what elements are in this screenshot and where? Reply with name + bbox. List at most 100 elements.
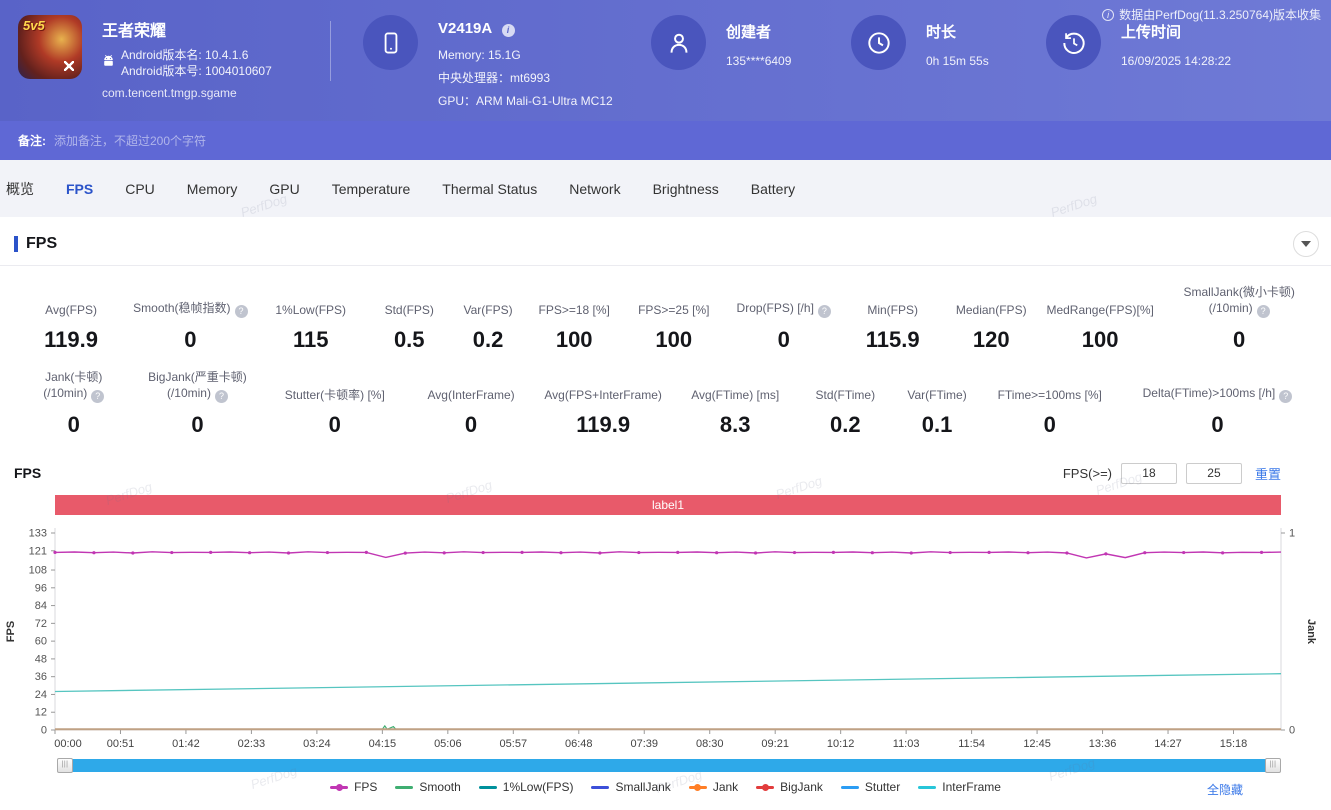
tab-network[interactable]: Network <box>553 181 636 197</box>
note-input[interactable]: 备注: 添加备注，不超过200个字符 <box>0 121 1331 160</box>
help-icon[interactable]: ? <box>818 305 831 318</box>
svg-text:48: 48 <box>35 654 47 666</box>
stat-label: Delta(FTime)>100ms [/h]? <box>1118 385 1317 403</box>
stat-smalljank: SmallJank(微小卡顿)(/10min)?0 <box>1161 284 1317 353</box>
tab-brightness[interactable]: Brightness <box>637 181 735 197</box>
stat-value: 100 <box>1039 327 1161 353</box>
creator-value: 135****6409 <box>726 54 791 68</box>
legend-label: 1%Low(FPS) <box>503 780 574 794</box>
scrollbar-track[interactable] <box>71 759 1267 772</box>
chart-canvas[interactable]: 133121108968472604836241201000:0000:5101… <box>0 523 1331 753</box>
svg-text:00:51: 00:51 <box>107 738 135 750</box>
app-name: 王者荣耀 <box>102 17 272 41</box>
legend-stutter[interactable]: Stutter <box>841 780 900 794</box>
legend-smalljank[interactable]: SmallJank <box>591 780 670 794</box>
legend-1-low-fps-[interactable]: 1%Low(FPS) <box>479 780 574 794</box>
tab-thermal-status[interactable]: Thermal Status <box>426 181 553 197</box>
app-icon-badge: 5v5 <box>23 18 45 33</box>
stat-value: 100 <box>526 327 621 353</box>
stat-low1-fps: 1%Low(FPS)115 <box>253 302 369 353</box>
tab-cpu[interactable]: CPU <box>109 181 171 197</box>
help-icon[interactable]: ? <box>91 390 104 403</box>
upload-time-label: 上传时间 <box>1121 21 1231 42</box>
y-axis-label-jank: Jank <box>1305 619 1317 645</box>
svg-text:05:06: 05:06 <box>434 738 462 750</box>
stat-value: 0.2 <box>450 327 527 353</box>
clock-icon <box>851 15 906 70</box>
svg-text:96: 96 <box>35 583 47 595</box>
help-icon[interactable]: ? <box>235 305 248 318</box>
duration-block: 时长 0h 15m 55s <box>851 15 1046 70</box>
stat-value: 100 <box>622 327 726 353</box>
app-icon: 5v5 <box>18 15 82 79</box>
fps-chart[interactable]: 133121108968472604836241201000:0000:5101… <box>0 523 1331 753</box>
stat-label: Median(FPS) <box>944 302 1039 318</box>
legend-marker <box>918 786 936 789</box>
stat-avg-fps: Avg(FPS)119.9 <box>14 302 128 353</box>
legend-label: FPS <box>354 780 377 794</box>
legend-bigjank[interactable]: BigJank <box>756 780 823 794</box>
tab-battery[interactable]: Battery <box>735 181 811 197</box>
scrollbar-right-handle[interactable]: ||| <box>1265 758 1281 773</box>
fps-stats-row-1: Avg(FPS)119.9Smooth(稳帧指数)?01%Low(FPS)115… <box>0 284 1331 353</box>
creator-block: 创建者 135****6409 <box>651 15 851 70</box>
series-fps <box>55 552 1281 558</box>
legend-label: Smooth <box>419 780 460 794</box>
legend-interframe[interactable]: InterFrame <box>918 780 1001 794</box>
stat-value: 120 <box>944 327 1039 353</box>
device-info-icon[interactable]: i <box>502 24 515 37</box>
legend-label: Stutter <box>865 780 900 794</box>
collect-info-text: 数据由PerfDog(11.3.250764)版本收集 <box>1119 6 1321 23</box>
svg-text:03:24: 03:24 <box>303 738 331 750</box>
svg-text:84: 84 <box>35 600 47 612</box>
device-memory: Memory: 15.1G <box>438 44 613 67</box>
legend-label: InterFrame <box>942 780 1001 794</box>
help-icon[interactable]: ? <box>215 390 228 403</box>
annotation-text: label1 <box>652 498 684 512</box>
section-divider <box>0 265 1331 266</box>
series-interframe <box>55 674 1281 692</box>
legend-marker <box>841 786 859 789</box>
reset-link[interactable]: 重置 <box>1255 464 1281 483</box>
tab-fps[interactable]: FPS <box>50 181 109 197</box>
creator-label: 创建者 <box>726 21 791 42</box>
tab-memory[interactable]: Memory <box>171 181 254 197</box>
stat-std-fps: Std(FPS)0.5 <box>369 302 450 353</box>
phone-icon <box>363 15 418 70</box>
app-info-block: 5v5 王者荣耀 <box>18 15 330 100</box>
tab-temperature[interactable]: Temperature <box>316 181 427 197</box>
legend-jank[interactable]: Jank <box>689 780 738 794</box>
fps-threshold-controls: FPS(>=) 重置 <box>1063 463 1281 484</box>
stat-label: 1%Low(FPS) <box>253 302 369 318</box>
stat-label: Std(FPS) <box>369 302 450 318</box>
stat-fps-ge-18: FPS>=18 [%]100 <box>526 302 621 353</box>
svg-text:00:00: 00:00 <box>54 738 82 750</box>
stat-label: FPS>=25 [%] <box>622 302 726 318</box>
chevron-down-icon <box>1301 241 1311 247</box>
help-icon[interactable]: ? <box>1257 305 1270 318</box>
svg-text:14:27: 14:27 <box>1154 738 1182 750</box>
stat-medrange-fps: MedRange(FPS)[%]100 <box>1039 302 1161 353</box>
svg-text:04:15: 04:15 <box>369 738 397 750</box>
stat-value: 0 <box>261 412 408 438</box>
legend-smooth[interactable]: Smooth <box>395 780 460 794</box>
device-cpu: 中央处理器：mt6993 <box>438 67 613 90</box>
fps-threshold-input-1[interactable] <box>1121 463 1177 484</box>
legend-fps[interactable]: FPS <box>330 780 377 794</box>
stat-label: Drop(FPS) [/h]? <box>726 300 842 318</box>
tab-overview[interactable]: 概览 <box>0 179 50 199</box>
stat-avg-fps-interframe: Avg(FPS+InterFrame)119.9 <box>534 387 672 438</box>
note-placeholder: 添加备注，不超过200个字符 <box>54 132 206 149</box>
stat-jank: Jank(卡顿)(/10min)?0 <box>14 369 134 438</box>
tab-gpu[interactable]: GPU <box>253 181 315 197</box>
chart-legend: FPS Smooth 1%Low(FPS) SmallJank Jank BigJank S… <box>0 780 1331 794</box>
fps-threshold-input-2[interactable] <box>1186 463 1242 484</box>
hide-all-link[interactable]: 全隐藏 <box>1207 781 1243 798</box>
collapse-section-button[interactable] <box>1293 231 1319 257</box>
upload-time-block: 上传时间 16/09/2025 14:28:22 <box>1046 15 1231 70</box>
help-icon[interactable]: ? <box>1279 390 1292 403</box>
scrollbar-left-handle[interactable]: ||| <box>57 758 73 773</box>
stat-value: 119.9 <box>14 327 128 353</box>
legend-marker <box>395 786 413 789</box>
stat-label: Var(FPS) <box>450 302 527 318</box>
